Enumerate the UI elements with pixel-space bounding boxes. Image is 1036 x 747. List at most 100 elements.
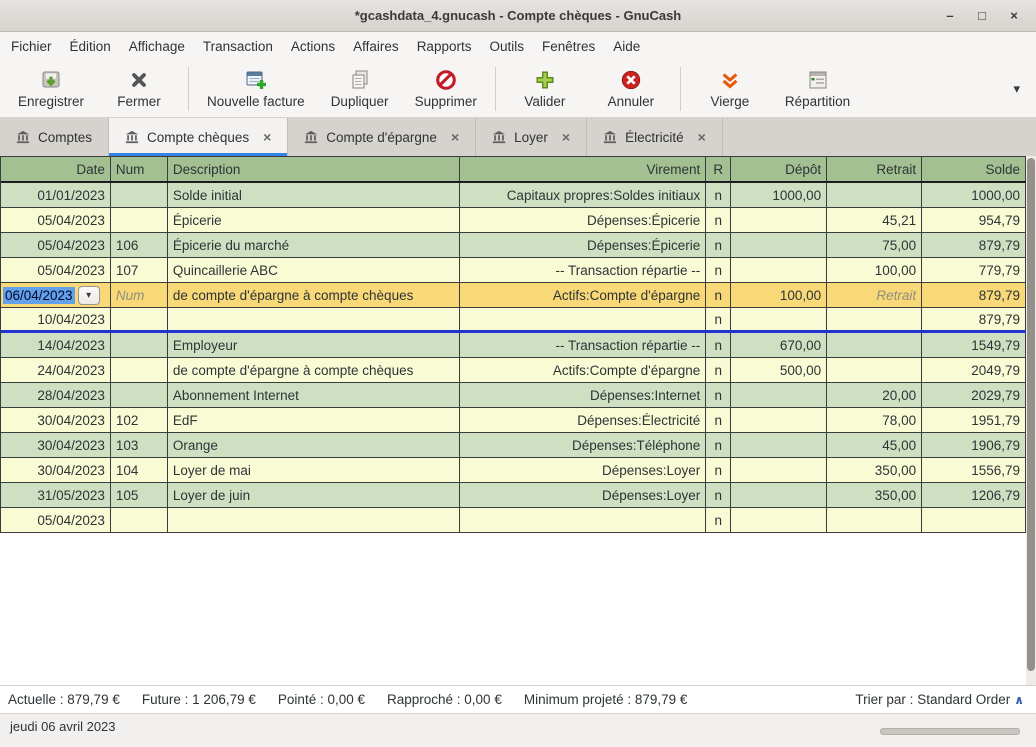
- cell-num[interactable]: [111, 308, 168, 330]
- cell-depot[interactable]: [731, 433, 828, 457]
- menu-fenetres[interactable]: Fenêtres: [533, 35, 604, 58]
- cell-retrait[interactable]: 350,00: [827, 483, 923, 507]
- cell-depot[interactable]: [731, 258, 828, 282]
- cell-reconciled[interactable]: n: [706, 358, 732, 382]
- menu-outils[interactable]: Outils: [480, 35, 533, 58]
- cell-num[interactable]: 105: [111, 483, 168, 507]
- cell-description[interactable]: Loyer de juin: [168, 483, 460, 507]
- cell-date[interactable]: 05/04/2023: [1, 208, 111, 232]
- cell-depot[interactable]: [731, 383, 828, 407]
- cell-reconciled[interactable]: n: [706, 208, 732, 232]
- cell-date[interactable]: 30/04/2023: [1, 408, 111, 432]
- menu-transaction[interactable]: Transaction: [194, 35, 282, 58]
- cell-reconciled[interactable]: n: [706, 508, 732, 532]
- cell-depot[interactable]: 500,00: [731, 358, 828, 382]
- vertical-scrollbar[interactable]: [1026, 156, 1036, 685]
- transaction-row[interactable]: 05/04/2023 n: [1, 508, 1026, 533]
- cell-reconciled[interactable]: n: [706, 283, 732, 307]
- cell-date[interactable]: 05/04/2023: [1, 258, 111, 282]
- cell-depot[interactable]: [731, 208, 828, 232]
- cell-num[interactable]: 102: [111, 408, 168, 432]
- close-button[interactable]: ×: [1000, 4, 1028, 28]
- cell-retrait[interactable]: 350,00: [827, 458, 923, 482]
- cell-retrait[interactable]: 20,00: [827, 383, 923, 407]
- cell-date[interactable]: 28/04/2023: [1, 383, 111, 407]
- transaction-row[interactable]: 14/04/2023 Employeur -- Transaction répart…: [1, 333, 1026, 358]
- cell-reconciled[interactable]: n: [706, 433, 732, 457]
- transaction-row[interactable]: 30/04/2023 102 EdF Dépenses:Électricité n 78,…: [1, 408, 1026, 433]
- minimize-button[interactable]: –: [936, 4, 964, 28]
- cell-date[interactable]: 10/04/2023: [1, 308, 111, 330]
- cell-retrait[interactable]: 45,21: [827, 208, 923, 232]
- transaction-row[interactable]: 01/01/2023 Solde initial Capitaux propres:…: [1, 183, 1026, 208]
- cell-depot[interactable]: [731, 408, 828, 432]
- repartition-button[interactable]: Répartition: [773, 65, 862, 113]
- cell-description[interactable]: [168, 308, 460, 330]
- sort-control[interactable]: Trier par : Standard Order ∧: [855, 692, 1028, 707]
- cell-date[interactable]: 01/01/2023: [1, 183, 111, 207]
- cell-retrait[interactable]: [827, 183, 923, 207]
- cell-retrait[interactable]: [827, 508, 923, 532]
- cell-virement[interactable]: Actifs:Compte d'épargne: [460, 358, 707, 382]
- cell-virement[interactable]: Dépenses:Loyer: [460, 458, 707, 482]
- cell-virement[interactable]: Dépenses:Téléphone: [460, 433, 707, 457]
- cell-depot[interactable]: [731, 458, 828, 482]
- cell-date[interactable]: 14/04/2023: [1, 333, 111, 357]
- cell-reconciled[interactable]: n: [706, 233, 732, 257]
- cell-num[interactable]: 107: [111, 258, 168, 282]
- tab-close-icon[interactable]: ×: [263, 129, 271, 145]
- menu-fichier[interactable]: Fichier: [2, 35, 61, 58]
- cell-retrait[interactable]: 100,00: [827, 258, 923, 282]
- transaction-row-editing[interactable]: 06/04/2023 ▾ Num de compte d'épargne à comp…: [1, 283, 1026, 308]
- tab-loyer[interactable]: Loyer ×: [476, 118, 588, 156]
- cell-description[interactable]: EdF: [168, 408, 460, 432]
- cell-retrait[interactable]: [827, 333, 923, 357]
- cell-date[interactable]: 24/04/2023: [1, 358, 111, 382]
- cell-description[interactable]: Employeur: [168, 333, 460, 357]
- tab-close-icon[interactable]: ×: [698, 129, 706, 145]
- menu-affaires[interactable]: Affaires: [344, 35, 408, 58]
- cell-virement[interactable]: Dépenses:Épicerie: [460, 208, 707, 232]
- cell-description[interactable]: Quincaillerie ABC: [168, 258, 460, 282]
- cell-retrait[interactable]: 75,00: [827, 233, 923, 257]
- toolbar-overflow-button[interactable]: ▾: [1003, 81, 1030, 97]
- cell-description[interactable]: de compte d'épargne à compte chèques: [168, 283, 460, 307]
- transaction-row[interactable]: 31/05/2023 105 Loyer de juin Dépenses:Loyer…: [1, 483, 1026, 508]
- cell-date[interactable]: 05/04/2023: [1, 233, 111, 257]
- cell-num[interactable]: [111, 358, 168, 382]
- cell-description[interactable]: Loyer de mai: [168, 458, 460, 482]
- cell-retrait[interactable]: Retrait: [827, 283, 923, 307]
- cell-depot[interactable]: 100,00: [731, 283, 828, 307]
- cell-reconciled[interactable]: n: [706, 383, 732, 407]
- cell-virement[interactable]: Dépenses:Épicerie: [460, 233, 707, 257]
- cell-description[interactable]: Épicerie du marché: [168, 233, 460, 257]
- menu-aide[interactable]: Aide: [604, 35, 649, 58]
- cell-depot[interactable]: [731, 483, 828, 507]
- cell-date[interactable]: 30/04/2023: [1, 458, 111, 482]
- cell-num[interactable]: [111, 333, 168, 357]
- valider-button[interactable]: Valider: [502, 65, 588, 113]
- date-input-selected-text[interactable]: 06/04/2023: [3, 286, 75, 304]
- cell-description[interactable]: Solde initial: [168, 183, 460, 207]
- supprimer-button[interactable]: Supprimer: [403, 65, 489, 113]
- transaction-row[interactable]: 24/04/2023 de compte d'épargne à compte c…: [1, 358, 1026, 383]
- cell-virement[interactable]: [460, 508, 707, 532]
- cell-description[interactable]: Épicerie: [168, 208, 460, 232]
- cell-retrait[interactable]: [827, 308, 923, 330]
- date-dropdown-button[interactable]: ▾: [77, 285, 100, 305]
- cell-reconciled[interactable]: n: [706, 308, 732, 330]
- cell-date[interactable]: 05/04/2023: [1, 508, 111, 532]
- cell-retrait[interactable]: 78,00: [827, 408, 923, 432]
- cell-depot[interactable]: [731, 308, 828, 330]
- transaction-row[interactable]: 28/04/2023 Abonnement Internet Dépenses:In…: [1, 383, 1026, 408]
- cell-num[interactable]: [111, 383, 168, 407]
- fermer-button[interactable]: Fermer: [96, 65, 182, 113]
- cell-reconciled[interactable]: n: [706, 483, 732, 507]
- dupliquer-button[interactable]: Dupliquer: [317, 65, 403, 113]
- tab-compte-cheques[interactable]: Compte chèques ×: [109, 118, 289, 156]
- maximize-button[interactable]: □: [968, 4, 996, 28]
- cell-date[interactable]: 31/05/2023: [1, 483, 111, 507]
- transaction-row[interactable]: 30/04/2023 104 Loyer de mai Dépenses:Loyer n…: [1, 458, 1026, 483]
- menu-actions[interactable]: Actions: [282, 35, 344, 58]
- tab-close-icon[interactable]: ×: [451, 129, 459, 145]
